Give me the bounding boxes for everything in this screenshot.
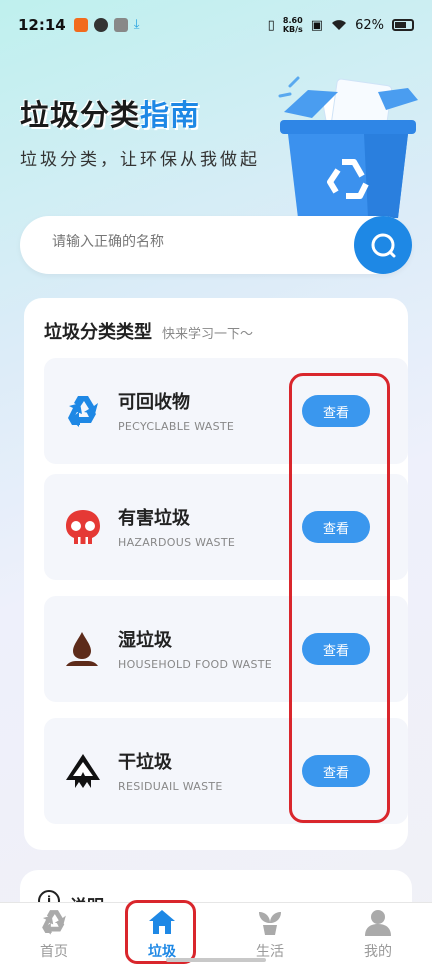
search-bar	[20, 216, 412, 274]
tab-life[interactable]: 生活	[216, 903, 324, 964]
page-subtitle: 垃圾分类，让环保从我做起	[20, 150, 260, 170]
category-english: HAZARDOUS WASTE	[118, 536, 236, 549]
residual-icon	[66, 754, 100, 788]
notification-app-icon	[93, 18, 108, 32]
status-bar: 12:14 ⤓ ▯ 8.60 KB/s ▣ 62%	[0, 0, 432, 50]
category-header: 垃圾分类类型 快来学习一下～	[44, 318, 253, 344]
battery-percent: 62%	[355, 17, 384, 33]
category-name: 干垃圾	[118, 752, 172, 773]
title-highlight: 指南	[140, 98, 201, 132]
tab-home[interactable]: 首页	[0, 903, 108, 964]
user-icon	[365, 909, 391, 936]
recycle-icon	[68, 396, 98, 427]
plant-icon	[259, 911, 281, 935]
recycle-icon	[42, 909, 66, 935]
home-indicator[interactable]	[166, 958, 266, 962]
category-name: 有害垃圾	[118, 508, 190, 529]
battery-icon	[392, 19, 414, 31]
tab-label: 我的	[364, 943, 392, 960]
category-title: 垃圾分类类型	[44, 322, 152, 343]
category-subtitle: 快来学习一下～	[162, 327, 254, 342]
category-name: 可回收物	[118, 392, 190, 413]
wifi-icon	[332, 20, 347, 30]
bottom-tab-bar: 首页 垃圾 生活 我的	[0, 902, 432, 964]
network-speed: 8.60 KB/s	[283, 16, 303, 34]
vibrate-icon: ▯	[267, 17, 275, 33]
notification-app-icon	[113, 18, 128, 32]
category-english: RESIDUAIL WASTE	[118, 780, 223, 793]
category-english: HOUSEHOLD FOOD WASTE	[118, 658, 273, 671]
title-main: 垃圾分类	[20, 98, 141, 132]
tab-label: 首页	[40, 943, 68, 960]
speed-unit: KB/s	[282, 25, 303, 34]
search-icon	[371, 233, 396, 258]
speed-value: 8.60	[282, 16, 303, 25]
skull-icon	[66, 510, 100, 544]
sim-icon: ▣	[310, 17, 324, 33]
drop-icon	[66, 632, 98, 666]
search-input[interactable]	[52, 234, 332, 250]
category-name: 湿垃圾	[118, 630, 172, 651]
trash-bin-illustration	[278, 76, 418, 218]
page-title: 垃圾分类指南	[20, 92, 200, 134]
notification-app-icon	[73, 18, 88, 32]
download-icon: ⤓	[133, 17, 140, 32]
tab-mine[interactable]: 我的	[324, 903, 432, 964]
category-english: PECYCLABLE WASTE	[118, 420, 235, 433]
status-time: 12:14	[18, 16, 66, 34]
highlight-box-view-buttons	[289, 373, 390, 823]
search-button[interactable]	[354, 216, 412, 274]
highlight-box-active-tab	[125, 900, 196, 964]
